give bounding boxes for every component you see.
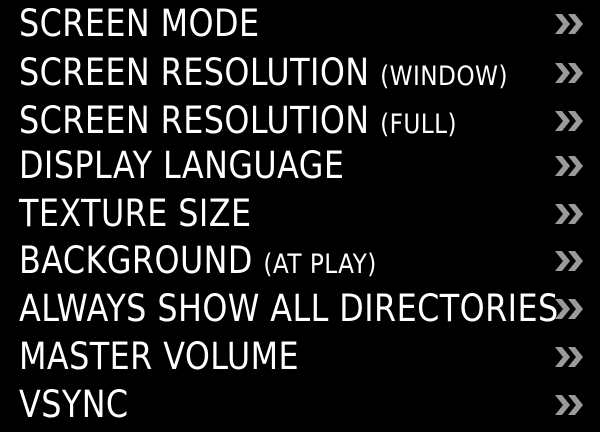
menu-item-label: SCREEN RESOLUTION (WINDOW) (19, 51, 508, 94)
double-chevron-right-icon (554, 203, 586, 225)
menu-item-always-show-all-directories[interactable]: ALWAYS SHOW ALL DIRECTORIES (0, 286, 600, 332)
menu-item-label: ALWAYS SHOW ALL DIRECTORIES (19, 287, 559, 330)
menu-item-label: DISPLAY LANGUAGE (19, 144, 345, 187)
menu-item-label: SCREEN MODE (19, 2, 260, 45)
menu-item-screen-resolution-full[interactable]: SCREEN RESOLUTION (FULL) (0, 98, 600, 144)
menu-item-background-at-play[interactable]: BACKGROUND (AT PLAY) (0, 238, 600, 284)
menu-item-label: SCREEN RESOLUTION (FULL) (19, 99, 458, 142)
menu-item-screen-mode[interactable]: SCREEN MODE (0, 1, 600, 47)
menu-item-master-volume[interactable]: MASTER VOLUME (0, 334, 600, 380)
menu-item-screen-resolution-window[interactable]: SCREEN RESOLUTION (WINDOW) (0, 50, 600, 96)
menu-item-texture-size[interactable]: TEXTURE SIZE (0, 191, 600, 237)
double-chevron-right-icon (554, 155, 586, 177)
menu-item-display-language[interactable]: DISPLAY LANGUAGE (0, 143, 600, 189)
double-chevron-right-icon (554, 394, 586, 416)
menu-item-label: TEXTURE SIZE (19, 192, 252, 235)
menu-item-label: MASTER VOLUME (19, 335, 300, 378)
settings-menu: SCREEN MODE SCREEN RESOLUTION (WINDOW) S… (0, 0, 600, 432)
double-chevron-right-icon (554, 346, 586, 368)
double-chevron-right-icon (554, 110, 586, 132)
menu-item-vsync[interactable]: VSYNC (0, 382, 600, 428)
menu-item-label: BACKGROUND (AT PLAY) (19, 239, 377, 282)
menu-item-label: VSYNC (19, 383, 129, 426)
double-chevron-right-icon (554, 13, 586, 35)
double-chevron-right-icon (554, 250, 586, 272)
double-chevron-right-icon (554, 298, 586, 320)
double-chevron-right-icon (554, 62, 586, 84)
